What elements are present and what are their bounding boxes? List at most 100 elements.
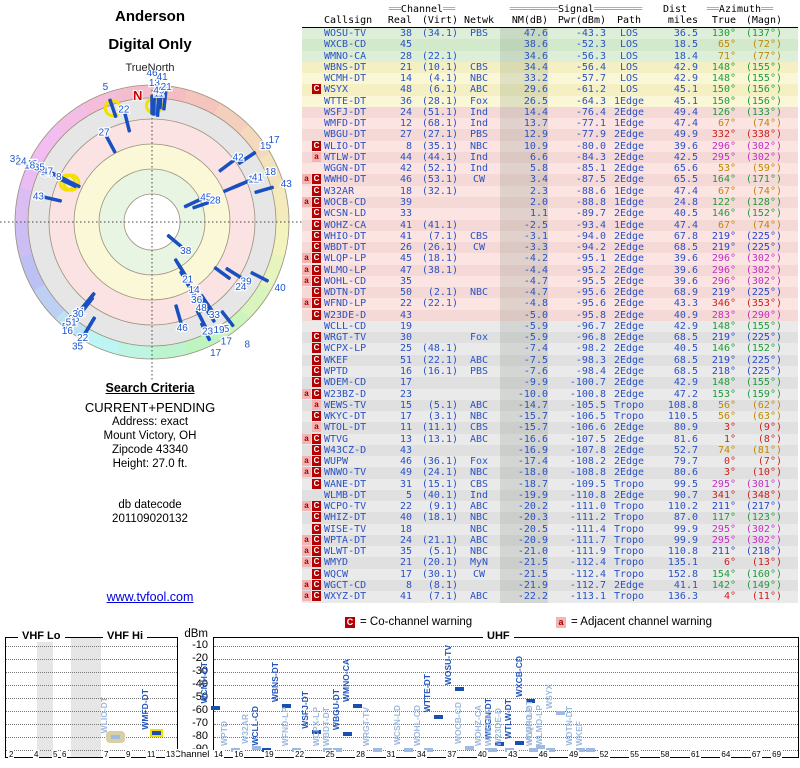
cell-virtual-channel — [412, 524, 458, 535]
cell-azimuth-magnetic: (225°) — [745, 332, 782, 344]
table-row: a WTOL-DT 11 (11.1) CBS -15.7 -106.6 2Edge 80.9 3… — [302, 422, 798, 434]
cell-power: -88.6 — [575, 185, 606, 197]
cell-azimuth-magnetic: (81°) — [751, 444, 782, 456]
cell-azimuth-true: 130° — [711, 28, 736, 39]
cell-azimuth-magnetic: (290°) — [745, 309, 782, 321]
cell-power: -84.3 — [575, 151, 606, 163]
warning-markers: aC — [302, 467, 324, 478]
cell-real-channel: 8 — [405, 140, 412, 152]
cell-real-channel: 31 — [399, 478, 412, 490]
table-row: C WANE-DT 31 (15.1) CBS -18.7 -109.5 Tropo 99.5 2… — [302, 478, 798, 490]
signal-bar-label: WLQP-LP — [523, 706, 534, 746]
gridline — [6, 724, 177, 725]
cell-azimuth-true: 67° — [717, 219, 736, 231]
cell-virtual-channel: (53.1) — [421, 174, 458, 186]
signal-bar-label: WCSN-LD — [391, 705, 402, 746]
co-channel-warning-icon: C — [312, 512, 321, 523]
cell-distance: 47.4 — [673, 118, 698, 130]
table-column-headers: Callsign Real (Virt) Netwk NM(dB) Pwr(dB… — [302, 15, 798, 28]
warning-markers — [302, 51, 324, 62]
signal-bar-label: WCLL-CD — [249, 706, 260, 746]
cell-distance: 68.5 — [673, 354, 698, 366]
warning-markers: a — [302, 151, 324, 163]
cell-path: Tropo — [613, 411, 645, 423]
cell-real-channel: 30 — [399, 332, 412, 344]
warning-markers: aC — [302, 298, 324, 309]
cell-callsign: WLIO-DT — [324, 140, 367, 152]
cell-virtual-channel — [412, 389, 458, 400]
cell-noise-margin: 10.9 — [500, 140, 548, 152]
cell-network — [458, 343, 500, 354]
cell-distance: 39.6 — [673, 140, 698, 152]
cell-distance: 49.9 — [673, 129, 698, 141]
vhf-lo-label: VHF Lo — [18, 630, 65, 642]
signal-bar — [487, 748, 497, 752]
col-callsign: Callsign — [324, 15, 373, 26]
cell-distance: 42.9 — [673, 377, 698, 389]
cell-noise-margin: 5.8 — [500, 163, 548, 175]
cell-network — [458, 197, 500, 208]
warning-markers: aC — [302, 388, 324, 400]
cell-path: LOS — [619, 84, 639, 96]
table-row: a C WCPO-TV 22 (9.1) ABC -20.2 -111.0 Tropo 110.2… — [302, 501, 798, 513]
cell-azimuth-true: 154° — [711, 568, 736, 580]
cell-virtual-channel: (38.1) — [421, 264, 458, 276]
signal-bar-label: WPTD — [219, 720, 230, 746]
cell-path: 2Edge — [613, 106, 645, 118]
cell-noise-margin: -7.6 — [500, 365, 548, 378]
cell-real-channel: 22 — [399, 298, 412, 310]
cell-network: ABC — [469, 433, 489, 445]
cell-network: Ind — [469, 489, 489, 501]
cell-callsign: WXCB-CD — [324, 39, 367, 51]
cell-azimuth-magnetic: (59°) — [751, 163, 782, 175]
cell-callsign: WANE-DT — [324, 478, 367, 490]
warning-markers — [302, 39, 324, 50]
cell-azimuth-magnetic: (128°) — [745, 196, 782, 208]
adjacent-channel-warning-icon: a — [302, 546, 311, 557]
cell-noise-margin: 3.4 — [500, 174, 548, 186]
cell-virtual-channel: (32.1) — [421, 185, 458, 197]
table-group-header: ══Channel══ ════════Signal════════ Dist … — [302, 4, 798, 15]
cell-power: -95.6 — [575, 287, 606, 299]
cell-power: -98.2 — [575, 343, 606, 355]
co-channel-warning-icon: C — [312, 546, 321, 557]
cell-path: 2Edge — [613, 129, 645, 141]
cell-path: LOS — [619, 39, 639, 51]
adjacent-channel-warning-icon: a — [302, 196, 311, 207]
svg-text:17: 17 — [210, 348, 222, 359]
channel-tick-label: 9 — [125, 750, 132, 759]
cell-callsign: WEWS-TV — [324, 399, 367, 411]
co-channel-warning-icon: C — [312, 287, 321, 298]
cell-callsign: WKYC-DT — [324, 411, 367, 423]
table-row: C WOHZ-CA 41 (41.1) -2.5 -93.4 1Edge 47.4 67° (74… — [302, 219, 798, 231]
cell-virtual-channel: (4.1) — [427, 73, 458, 85]
cell-azimuth-true: 65° — [717, 39, 736, 51]
cell-power: -95.5 — [575, 275, 606, 287]
cell-network: NBC — [469, 512, 489, 524]
cell-network: NBC — [469, 546, 489, 558]
svg-text:41: 41 — [157, 72, 169, 83]
cell-noise-margin: -3.3 — [500, 242, 548, 254]
signal-bar-label: WOCB-CD — [452, 702, 463, 745]
cell-network — [458, 321, 500, 332]
adjacent-channel-warning-icon: a — [302, 433, 311, 444]
cell-azimuth-magnetic: (225°) — [745, 242, 782, 254]
tvfool-link[interactable]: www.tvfool.com — [107, 590, 194, 604]
cell-distance: 87.0 — [673, 512, 698, 524]
cell-azimuth-magnetic: (301°) — [745, 478, 782, 490]
cell-noise-margin: -20.5 — [500, 523, 548, 535]
cell-distance: 110.5 — [667, 411, 698, 423]
cell-noise-margin: -4.2 — [500, 253, 548, 265]
cell-distance: 42.9 — [673, 320, 698, 332]
cell-azimuth-magnetic: (72°) — [751, 39, 782, 51]
cell-real-channel: 33 — [399, 208, 412, 220]
svg-text:22: 22 — [118, 105, 130, 116]
co-channel-warning-icon: C — [312, 557, 321, 568]
table-row: WCMH-DT 14 (4.1) NBC 33.2 -57.7 LOS 42.9 148° (15… — [302, 73, 798, 85]
cell-path: 2Edge — [613, 354, 645, 366]
cell-callsign: WCPO-TV — [324, 501, 367, 513]
cell-azimuth-magnetic: (302°) — [745, 264, 782, 276]
cell-power: -111.7 — [569, 534, 606, 546]
signal-bar-label: WBNS-DT — [270, 662, 281, 703]
adjacent-channel-warning-icon: a — [302, 388, 311, 399]
